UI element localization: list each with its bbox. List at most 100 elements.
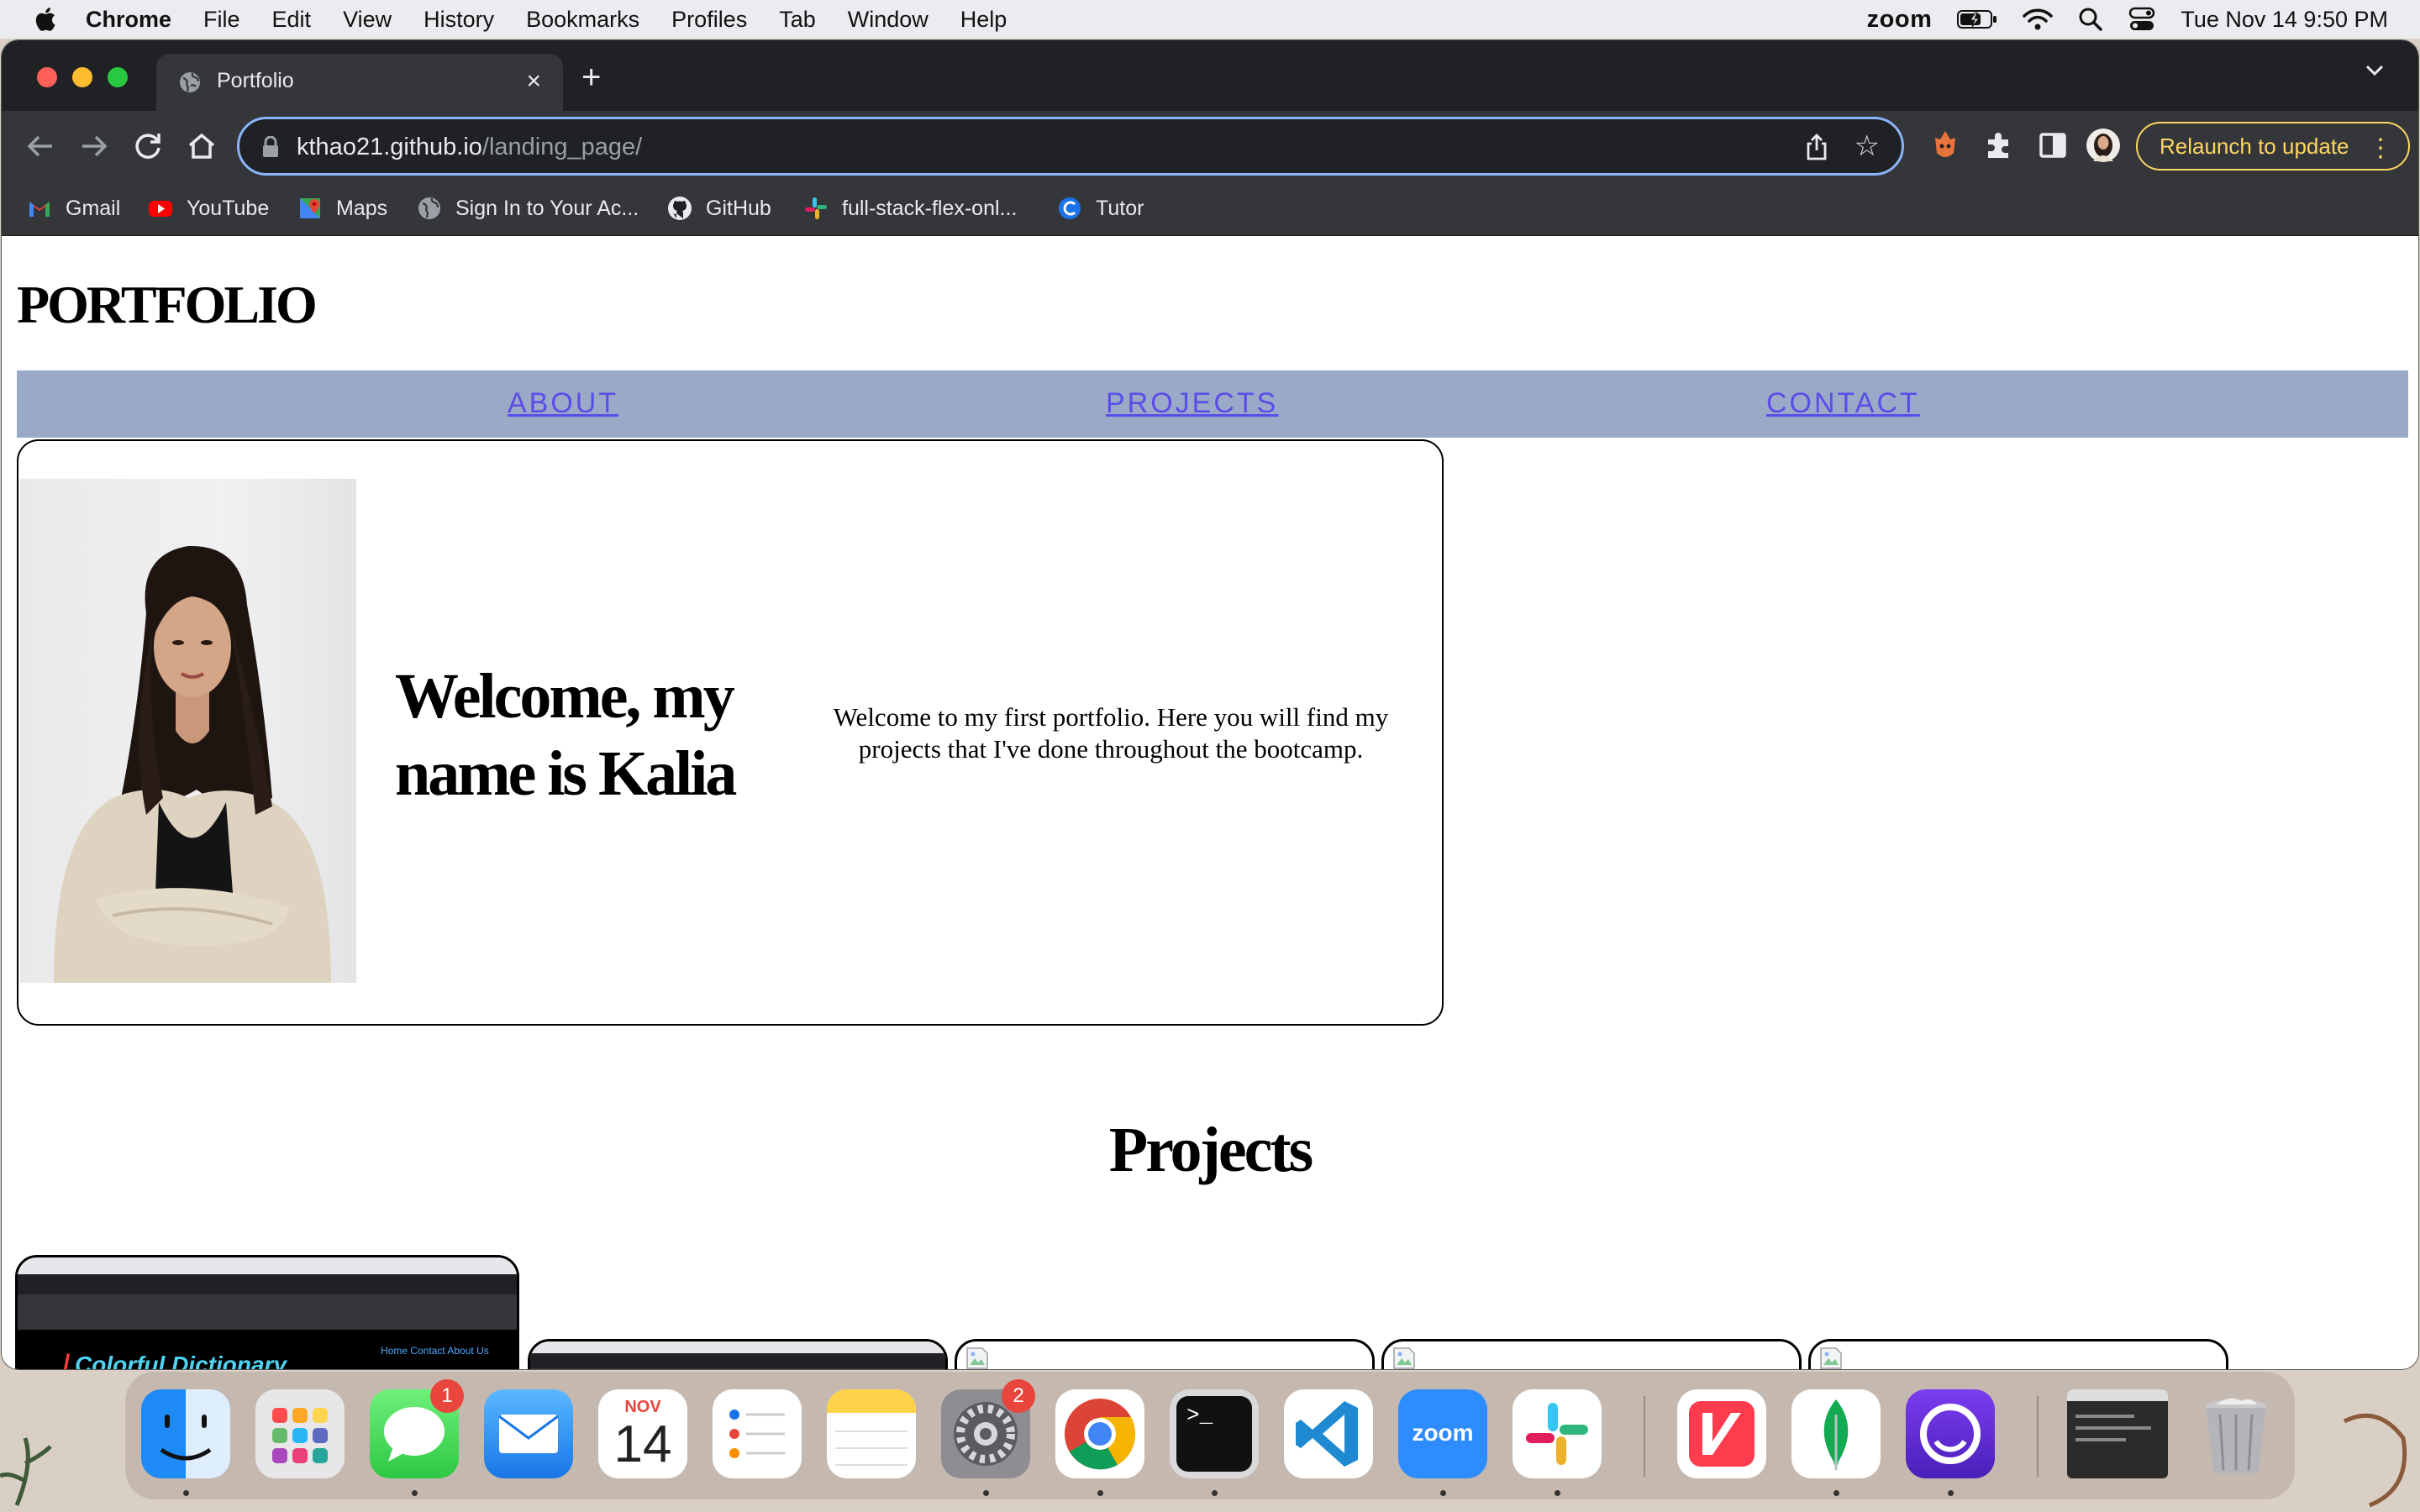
dock-trash[interactable] [2191,1389,2281,1478]
project-card[interactable] [528,1339,948,1369]
bookmark-tutor[interactable]: Tutor [1057,193,1144,223]
dock-chrome[interactable] [1055,1389,1144,1478]
window-close-button[interactable] [37,67,57,87]
project-thumbnail-nav: Home Contact About Us [381,1345,489,1357]
zoom-wordmark: zoom [1412,1420,1474,1446]
dock-finder[interactable] [141,1389,230,1478]
url-host: kthao21.github.io [297,134,482,160]
bookmark-gmail[interactable]: Gmail [27,193,120,223]
tab-close-icon[interactable]: × [526,67,541,96]
zoom-status-item[interactable]: zoom [1867,6,1933,34]
web-page: PORTFOLIO ABOUT PROJECTS CONTACT Welcome… [2,237,2418,1369]
reload-icon[interactable] [131,129,165,163]
thumbnail-address-bar [530,1368,945,1369]
nav-link-about[interactable]: ABOUT [508,387,618,420]
bookmark-star-icon[interactable]: ☆ [1854,129,1880,163]
back-arrow-icon[interactable] [24,129,57,163]
dock-separator [2037,1396,2039,1477]
window-maximize-button[interactable] [108,67,128,87]
project-card[interactable] [1808,1339,2228,1369]
extension-fox-icon[interactable] [1928,128,1963,163]
dock-launchpad[interactable] [255,1389,345,1478]
github-icon [668,197,692,220]
menu-edit[interactable]: Edit [272,7,312,33]
bookmark-github[interactable]: GitHub [667,193,771,223]
control-center-icon[interactable] [2128,7,2155,32]
mail-envelope-icon [498,1415,559,1453]
bookmark-label: Tutor [1096,196,1144,220]
running-indicator [1097,1490,1103,1496]
project-card[interactable]: / Colorful Dictionary Home Contact About… [15,1255,519,1369]
project-card[interactable] [955,1339,1375,1369]
running-indicator [1948,1490,1954,1496]
menu-view[interactable]: View [343,7,392,33]
slack-icon [805,197,827,219]
thumbnail-menu-bar [530,1341,945,1353]
share-icon[interactable] [1802,133,1831,161]
dock-recent-window[interactable] [2067,1389,2168,1478]
trash-can-icon [2206,1398,2266,1473]
home-icon[interactable] [185,129,218,163]
macos-dock: 1 NOV 14 2 >_ zoom [124,1371,2296,1500]
window-minimize-button[interactable] [72,67,92,87]
menu-profiles[interactable]: Profiles [671,7,747,33]
tab-strip: Portfolio × + [2,40,2418,111]
new-tab-plus-icon[interactable]: + [581,59,601,97]
messages-badge: 1 [430,1379,464,1413]
project-title: Colorful Dictionary [75,1352,287,1369]
dock-screen-recorder[interactable] [1906,1389,1995,1478]
bookmark-label: full-stack-flex-onl... [842,196,1018,220]
relaunch-to-update-button[interactable]: Relaunch to update ⋮ [2136,122,2410,171]
dock-calendar[interactable]: NOV 14 [598,1389,687,1478]
running-indicator [983,1490,989,1496]
dock-vscode[interactable] [1284,1389,1373,1478]
nav-link-contact[interactable]: CONTACT [1766,387,1920,420]
battery-icon[interactable] [1957,8,1997,30]
menu-file[interactable]: File [203,7,240,33]
bookmark-maps[interactable]: Maps [297,193,387,223]
hero-heading: Welcome, my name is Kalia [395,661,737,809]
menu-history[interactable]: History [424,7,494,33]
dock-news[interactable] [1677,1389,1766,1478]
extensions-puzzle-icon[interactable] [1981,128,2017,163]
menu-bar-status-area: zoom Tue Nov 14 9:50 PM [1867,0,2388,39]
dock-terminal[interactable]: >_ [1170,1389,1259,1478]
profile-avatar-icon[interactable] [2086,128,2121,163]
dock-slack[interactable] [1512,1389,1602,1478]
menu-window[interactable]: Window [848,7,929,33]
url-text[interactable]: kthao21.github.io/landing_page/ [297,134,642,161]
bookmark-slack[interactable]: full-stack-flex-onl... [803,193,1017,223]
site-logo: PORTFOLIO [17,275,318,334]
wifi-icon[interactable] [2023,8,2054,31]
relaunch-label: Relaunch to update [2160,133,2349,159]
dock-mongodb-compass[interactable] [1791,1389,1881,1478]
spotlight-search-icon[interactable] [2078,7,2103,32]
macos-menu-bar: Chrome File Edit View History Bookmarks … [0,0,2420,39]
tab-portfolio[interactable]: Portfolio × [156,54,563,111]
bookmark-sign-in[interactable]: Sign In to Your Ac... [417,193,639,223]
dock-reminders[interactable] [713,1389,802,1478]
project-card[interactable] [1381,1339,1802,1369]
forward-arrow-icon[interactable] [77,129,111,163]
running-indicator [1212,1490,1218,1496]
apple-icon[interactable] [32,5,57,34]
menu-bookmarks[interactable]: Bookmarks [526,7,639,33]
nav-link-projects[interactable]: PROJECTS [1106,387,1278,420]
lock-icon[interactable] [261,136,280,158]
broken-image-icon [966,1347,988,1369]
menu-bar-clock[interactable]: Tue Nov 14 9:50 PM [2181,7,2388,33]
menu-app-name[interactable]: Chrome [86,7,171,33]
dock-notes[interactable] [827,1389,916,1478]
globe-icon [180,72,200,92]
dock-mail[interactable] [484,1389,573,1478]
dock-zoom[interactable]: zoom [1398,1389,1487,1478]
menu-tab[interactable]: Tab [779,7,816,33]
chrome-menu-icon[interactable]: ⋮ [2368,134,2393,163]
bookmark-youtube[interactable]: YouTube [148,193,269,223]
menu-help[interactable]: Help [960,7,1007,33]
thumbnail-address-bar [18,1294,517,1315]
tab-search-chevron-icon[interactable] [2365,64,2385,77]
side-panel-icon[interactable] [2035,128,2070,163]
address-bar[interactable]: kthao21.github.io/landing_page/ ☆ [237,117,1904,176]
bookmark-label: Gmail [66,196,121,220]
